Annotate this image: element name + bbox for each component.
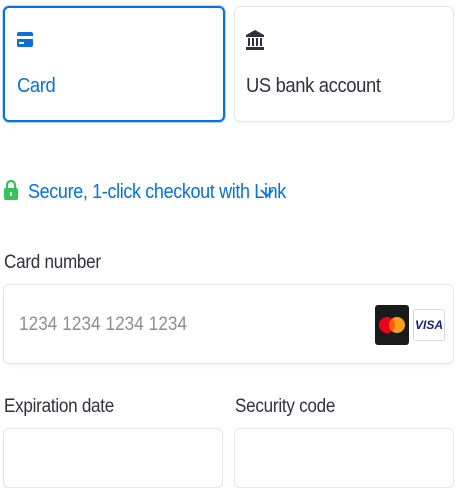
visa-icon: VISA	[413, 309, 445, 341]
payment-tab-card-label: Card	[17, 75, 56, 97]
payment-tab-card[interactable]: Card	[3, 6, 225, 122]
expiration-date-input[interactable]	[3, 428, 223, 488]
card-number-label: Card number	[4, 252, 101, 273]
expiration-date-label: Expiration date	[4, 396, 115, 417]
mastercard-icon	[375, 305, 409, 345]
security-code-label: Security code	[235, 396, 336, 417]
card-number-placeholder: 1234 1234 1234 1234	[19, 314, 188, 335]
bank-icon	[246, 30, 264, 55]
lock-icon	[4, 179, 18, 205]
security-code-input[interactable]	[234, 428, 454, 488]
chevron-down-icon	[260, 185, 274, 203]
card-number-input[interactable]: 1234 1234 1234 1234 VISA	[3, 284, 454, 364]
payment-tab-bank[interactable]: US bank account	[234, 6, 454, 122]
payment-tab-bank-label: US bank account	[246, 75, 381, 97]
link-checkout-text: Secure, 1-click checkout with Link	[28, 180, 286, 203]
card-icon	[17, 32, 33, 52]
link-checkout-toggle[interactable]: Secure, 1-click checkout with Link	[4, 176, 315, 208]
